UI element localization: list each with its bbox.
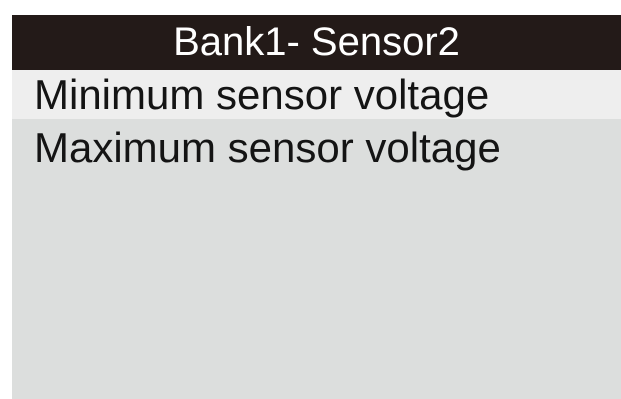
menu-item-maximum-sensor-voltage[interactable]: Maximum sensor voltage (12, 123, 621, 172)
device-screen: Bank1- Sensor2 Minimum sensor voltage Ma… (12, 15, 621, 399)
menu-item-label: Minimum sensor voltage (34, 71, 490, 118)
screen-title: Bank1- Sensor2 (12, 15, 621, 70)
menu-item-minimum-sensor-voltage[interactable]: Minimum sensor voltage (12, 70, 621, 119)
menu-item-label: Maximum sensor voltage (34, 124, 501, 171)
